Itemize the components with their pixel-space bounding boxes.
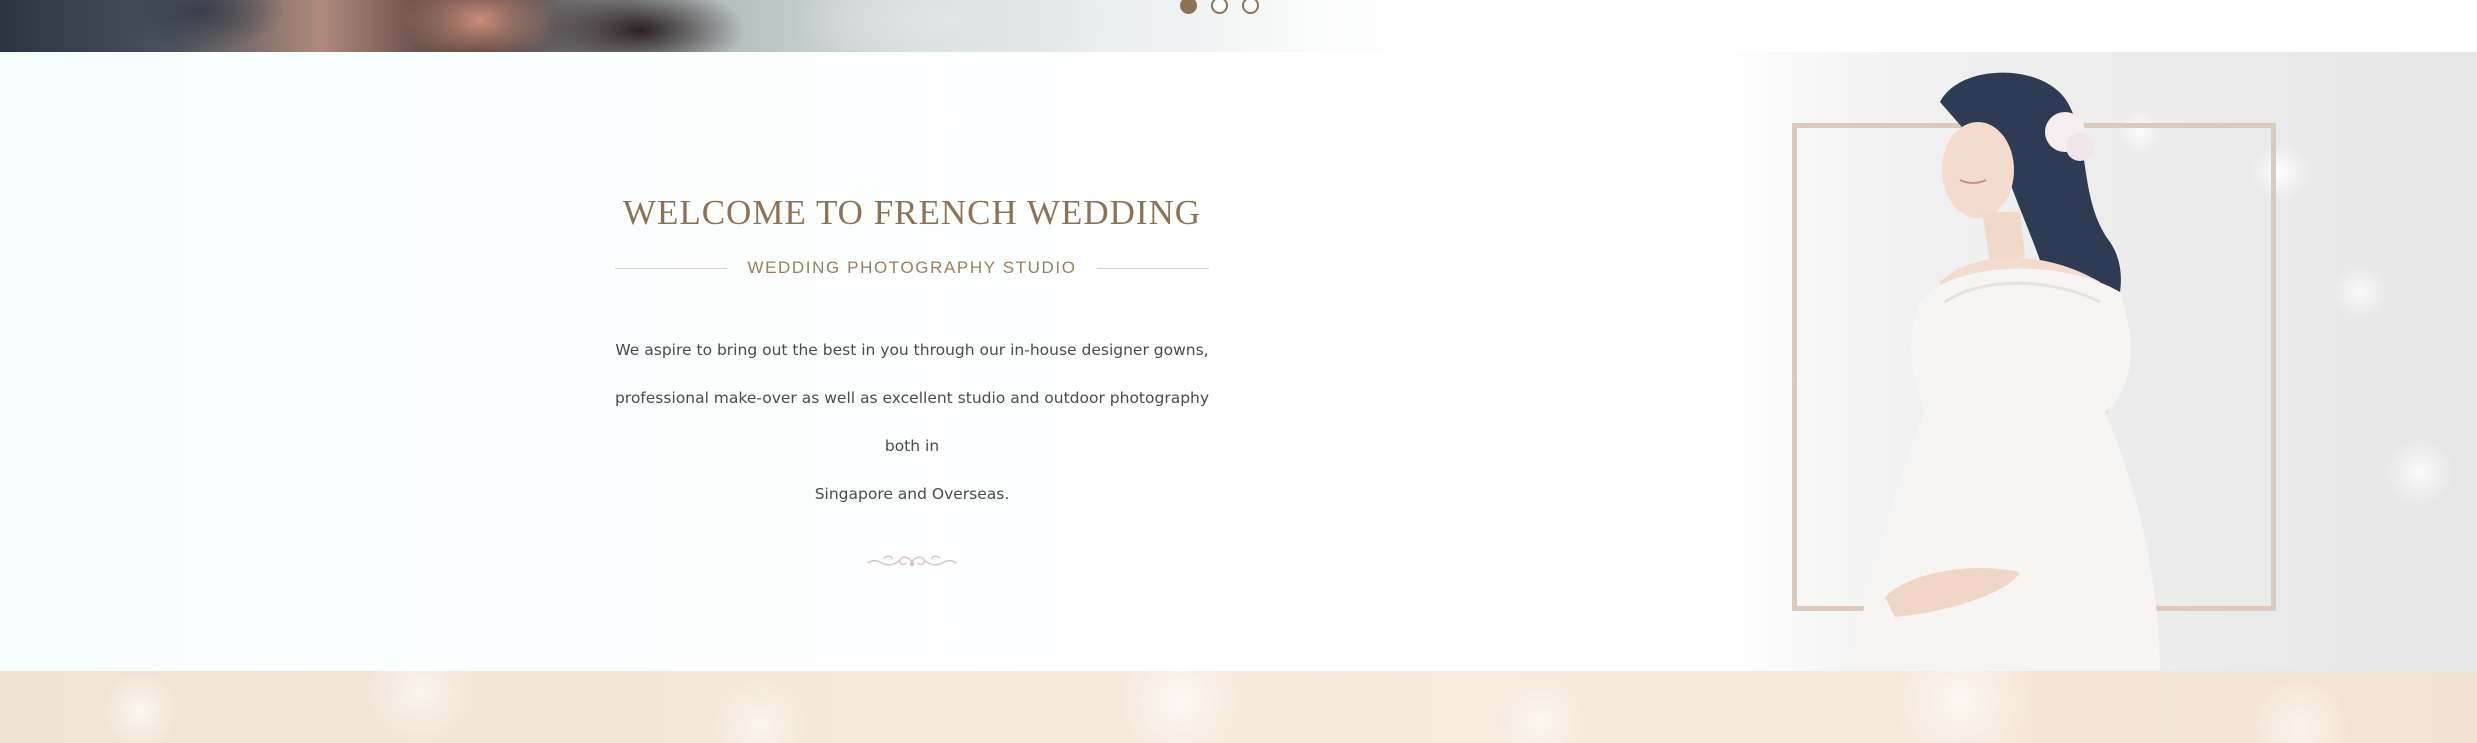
welcome-text-block: WELCOME TO FRENCH WEDDING WEDDING PHOTOG…	[612, 192, 1212, 572]
slider-dot-1[interactable]	[1180, 0, 1197, 14]
slider-pagination	[1180, 0, 1259, 14]
hero-slider	[0, 0, 2477, 52]
page: WELCOME TO FRENCH WEDDING WEDDING PHOTOG…	[0, 0, 2477, 743]
slider-dot-3[interactable]	[1242, 0, 1259, 14]
subtitle-rule-right	[1096, 267, 1209, 269]
next-section-background	[0, 671, 2477, 743]
welcome-description: We aspire to bring out the best in you t…	[612, 326, 1212, 518]
welcome-description-line: professional make-over as well as excell…	[614, 389, 1210, 455]
welcome-subtitle: WEDDING PHOTOGRAPHY STUDIO	[747, 258, 1077, 277]
slider-dot-2[interactable]	[1211, 0, 1228, 14]
subtitle-rule-left	[615, 267, 728, 269]
subtitle-row: WEDDING PHOTOGRAPHY STUDIO	[612, 258, 1212, 278]
bride-figure-image	[1850, 72, 2160, 671]
bride-photo	[1720, 52, 2477, 671]
welcome-section: WELCOME TO FRENCH WEDDING WEDDING PHOTOG…	[0, 52, 2477, 671]
flourish-divider-icon	[867, 555, 957, 567]
welcome-description-line: Singapore and Overseas.	[814, 485, 1010, 503]
welcome-description-line: We aspire to bring out the best in you t…	[615, 341, 1209, 359]
welcome-title: WELCOME TO FRENCH WEDDING	[622, 193, 1202, 232]
